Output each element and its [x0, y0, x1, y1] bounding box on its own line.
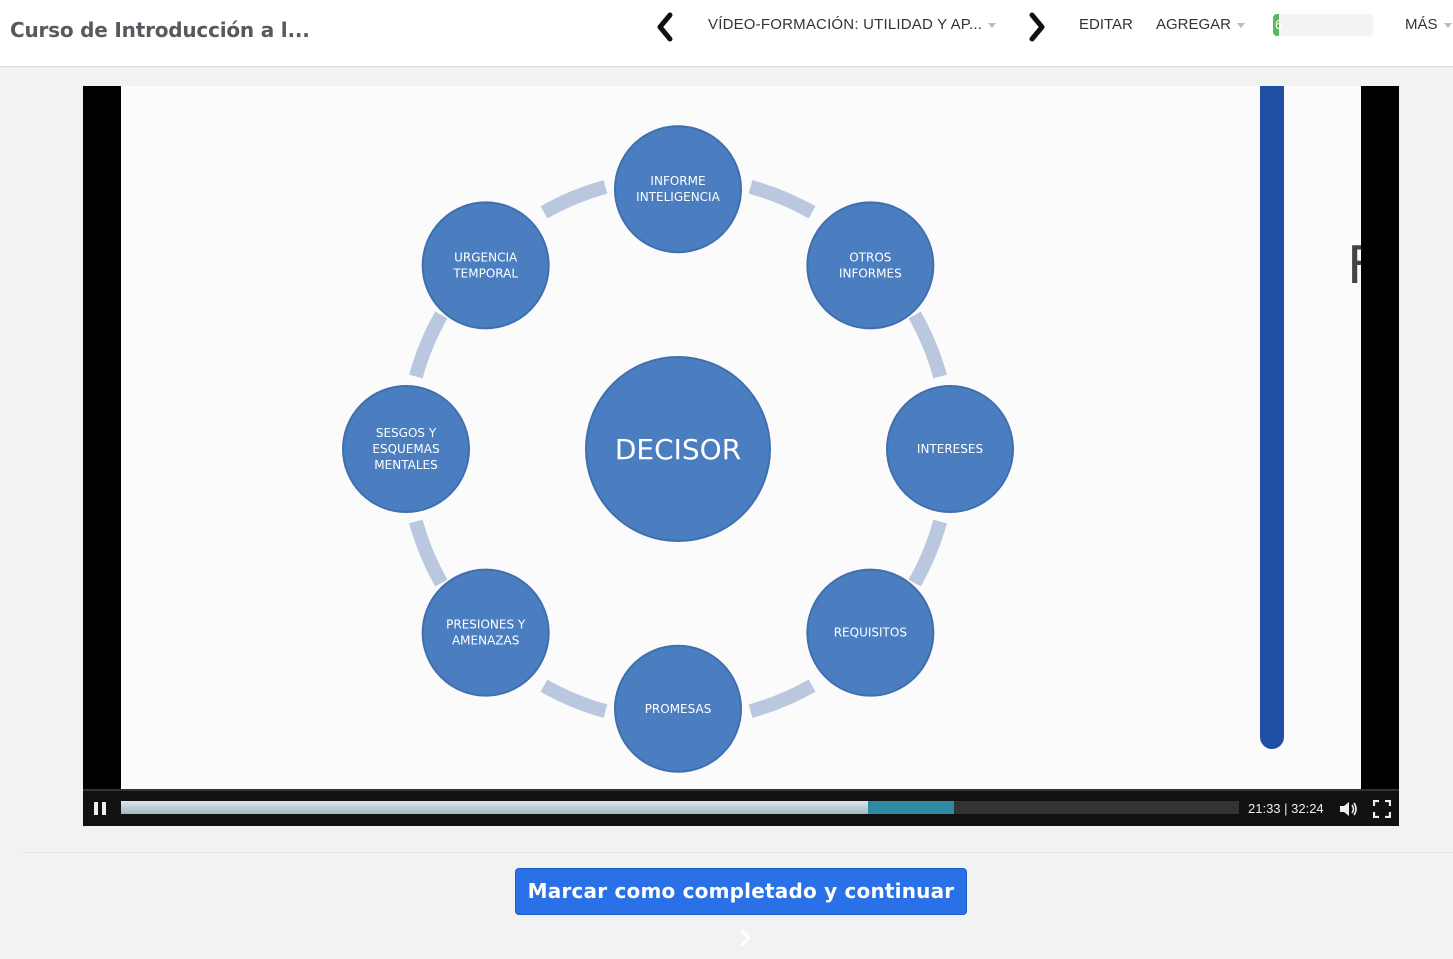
diagram-node-label: INFORMES	[839, 266, 902, 280]
more-menu[interactable]: MÁS	[1405, 16, 1452, 33]
volume-icon	[1340, 802, 1357, 816]
diagram-node	[806, 201, 935, 330]
caret-down-icon	[1237, 22, 1246, 28]
top-bar: Curso de Introducción a l... VÍDEO-FORMA…	[0, 0, 1453, 67]
diagram-node	[421, 201, 550, 330]
ring-connector	[540, 679, 608, 718]
diagram-node-label: TEMPORAL	[452, 266, 518, 280]
diagram-node	[421, 568, 550, 697]
diagram-node	[614, 125, 742, 254]
diagram-node-label: SESGOS Y	[376, 426, 437, 440]
diagram-node-label: INFORME	[650, 174, 705, 188]
footer-divider	[22, 852, 1453, 853]
diagram-node-label: PROMESAS	[645, 702, 712, 716]
diagram-node-label: MENTALES	[374, 458, 437, 472]
caret-down-icon	[1443, 22, 1452, 28]
diagram-node-label: INTERESES	[917, 442, 983, 456]
player-controls: 21:33 | 32:24	[83, 789, 1399, 826]
diagram-node-label: URGENCIA	[454, 250, 518, 264]
add-menu-label: AGREGAR	[1156, 16, 1232, 33]
chevron-right-icon	[1029, 12, 1045, 42]
diagram-node-label: ESQUEMAS	[372, 442, 439, 456]
diagram-node-label: PRESIONES Y	[446, 618, 526, 632]
fullscreen-icon	[1372, 799, 1392, 819]
time-display: 21:33 | 32:24	[1248, 801, 1324, 816]
lesson-title: VÍDEO-FORMACIÓN: UTILIDAD Y AP...	[708, 16, 983, 33]
ring-connector	[409, 519, 448, 587]
ring-connector	[908, 519, 947, 587]
chevron-left-icon	[657, 12, 673, 42]
caret-down-icon	[988, 22, 997, 28]
pause-button[interactable]	[91, 800, 109, 818]
pause-icon	[94, 802, 98, 815]
video-frame[interactable]: DECISOR INFORME INTELIGENCIA OTROS INFORMES I…	[121, 86, 1361, 789]
lesson-selector[interactable]: VÍDEO-FORMACIÓN: UTILIDAD Y AP...	[708, 16, 997, 33]
ring-connector	[540, 180, 608, 219]
diagram-node-label: REQUISITOS	[834, 626, 907, 640]
course-progress-text: 6	[1275, 17, 1283, 32]
edit-menu[interactable]: EDITAR	[1079, 16, 1133, 33]
chevron-right-icon	[740, 929, 751, 946]
ring-connector	[748, 180, 816, 219]
ring-connector	[908, 311, 947, 379]
more-menu-label: MÁS	[1405, 16, 1438, 33]
add-menu[interactable]: AGREGAR	[1156, 16, 1246, 33]
next-lesson-button[interactable]	[1022, 10, 1050, 44]
seek-bar[interactable]	[121, 801, 1239, 814]
partial-slide-letter: F	[1347, 236, 1361, 296]
volume-button[interactable]	[1339, 800, 1359, 818]
ring-connector	[409, 311, 448, 379]
course-progress-bar: 6	[1273, 14, 1373, 36]
center-node-label: DECISOR	[615, 433, 741, 466]
decisor-diagram: DECISOR INFORME INTELIGENCIA OTROS INFORMES I…	[342, 86, 1284, 773]
slide-vertical-bar	[1260, 86, 1284, 749]
ring-connector	[748, 679, 816, 718]
mark-complete-continue-button[interactable]: Marcar como completado y continuar	[515, 868, 967, 946]
video-player[interactable]: DECISOR INFORME INTELIGENCIA OTROS INFORMES I…	[83, 86, 1399, 826]
pause-icon-bar	[102, 802, 106, 815]
diagram-node-label: AMENAZAS	[452, 634, 519, 648]
previous-lesson-button[interactable]	[652, 10, 680, 44]
mark-complete-label: Marcar como completado y continuar	[527, 879, 955, 903]
fullscreen-button[interactable]	[1372, 799, 1392, 819]
course-title[interactable]: Curso de Introducción a l...	[10, 18, 310, 42]
seek-played	[121, 801, 869, 814]
diagram-node-label: INTELIGENCIA	[636, 190, 720, 204]
diagram-node-label: OTROS	[849, 250, 891, 264]
